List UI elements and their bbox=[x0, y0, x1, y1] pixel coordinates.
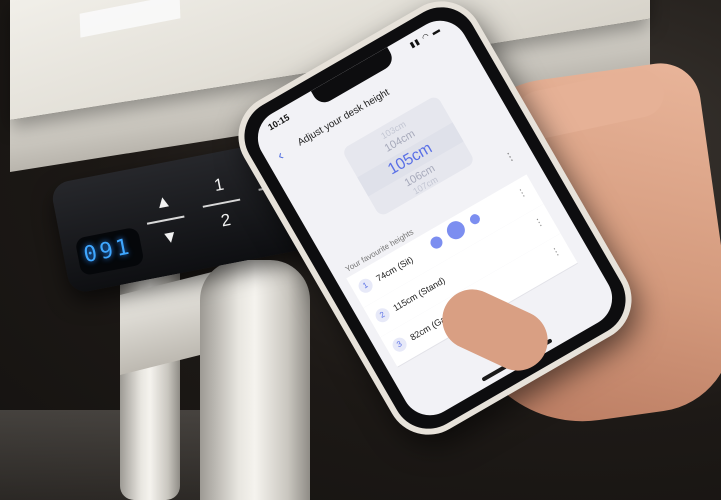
photo-scene: 091 ▲ ▼ 1 2 3 S 10:15 ▮▮ ◠ ▬ ‹ Adjust yo… bbox=[0, 0, 721, 500]
preset-1-button[interactable]: 1 bbox=[198, 167, 239, 203]
more-icon[interactable]: ⋮ bbox=[502, 148, 518, 165]
status-icons: ▮▮ ◠ ▬ bbox=[408, 24, 443, 50]
more-icon[interactable]: ⋮ bbox=[532, 216, 546, 231]
height-readout: 091 bbox=[81, 234, 135, 269]
favourite-number: 3 bbox=[390, 335, 410, 355]
preset-2-button[interactable]: 2 bbox=[205, 202, 246, 238]
favourite-number: 2 bbox=[373, 305, 393, 325]
desk-leg-center bbox=[200, 260, 310, 500]
more-icon[interactable]: ⋮ bbox=[549, 245, 563, 260]
height-display: 091 bbox=[74, 226, 145, 277]
favourite-label: 74cm (Sit) bbox=[374, 254, 415, 284]
down-button[interactable]: ▼ bbox=[150, 219, 191, 255]
chevron-left-icon[interactable]: ‹ bbox=[274, 147, 286, 163]
more-icon[interactable]: ⋮ bbox=[515, 186, 529, 201]
up-button[interactable]: ▲ bbox=[143, 184, 184, 220]
status-time: 10:15 bbox=[266, 112, 292, 133]
favourite-number: 1 bbox=[356, 276, 376, 296]
